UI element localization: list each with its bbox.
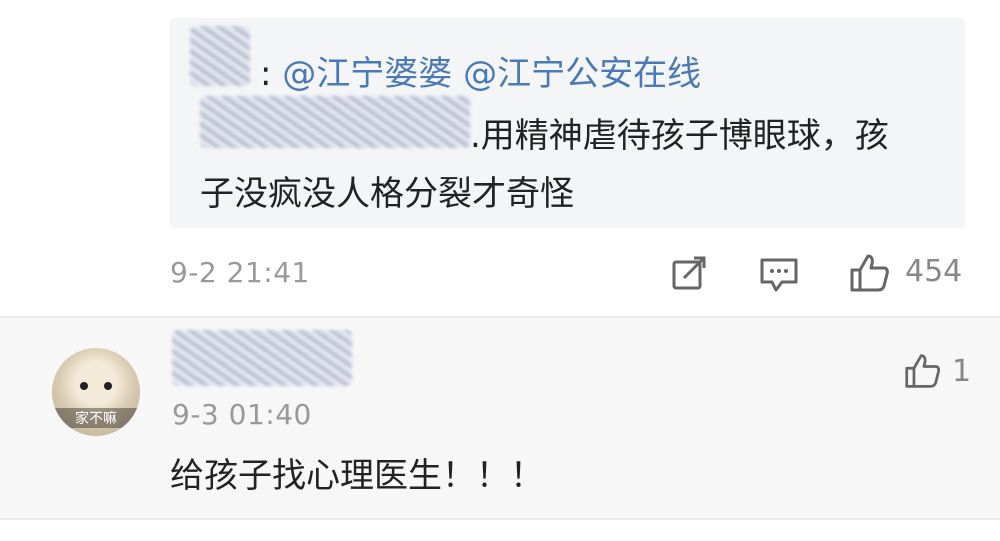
avatar-eye-left-icon [80, 382, 88, 390]
blurred-text [200, 96, 470, 148]
post-time: 9-2 21:41 [170, 256, 310, 289]
quote-separator: : [260, 54, 283, 94]
reply-like-count: 1 [952, 354, 972, 389]
share-icon[interactable] [670, 254, 710, 298]
post-meta-row: 9-2 21:41 454 [170, 250, 970, 296]
reply-text: 给孩子找心理医生！！！ [170, 456, 544, 496]
avatar[interactable]: 家不嘛 [52, 348, 140, 436]
avatar-eye-right-icon [104, 382, 112, 390]
like-count: 454 [905, 254, 963, 289]
blurred-reply-username [172, 330, 352, 386]
quote-line-2: .用精神虐待孩子博眼球，孩 [470, 116, 889, 156]
bottom-divider [0, 518, 1000, 520]
like-icon[interactable] [848, 252, 892, 298]
mention-link-1[interactable]: @江宁婆婆 [282, 54, 452, 94]
quote-line-1: : @江宁婆婆 @江宁公安在线 [260, 46, 701, 95]
quote-line-3: 子没疯没人格分裂才奇怪 [200, 174, 574, 214]
comment-icon[interactable] [758, 256, 800, 298]
avatar-caption: 家不嘛 [52, 408, 140, 428]
reply-like-icon[interactable] [903, 352, 943, 394]
mention-link-2[interactable]: @江宁公安在线 [463, 54, 701, 94]
quoted-comment: : @江宁婆婆 @江宁公安在线 .用精神虐待孩子博眼球，孩 子没疯没人格分裂才奇… [170, 18, 965, 228]
reply-time: 9-3 01:40 [172, 398, 312, 431]
blurred-username [190, 26, 250, 86]
